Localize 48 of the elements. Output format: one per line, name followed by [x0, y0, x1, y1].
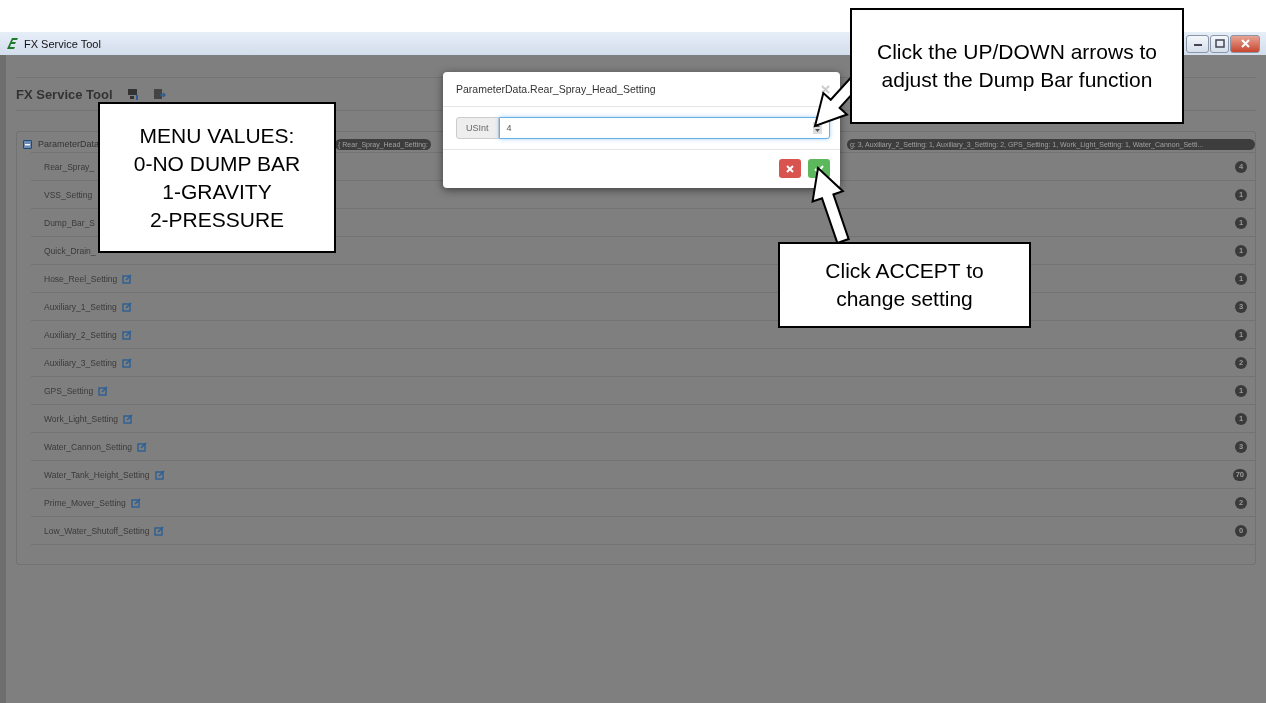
app-title: FX Service Tool	[16, 86, 113, 102]
maximize-icon	[1214, 39, 1225, 48]
edit-icon[interactable]	[137, 441, 148, 452]
parameter-name: Water_Tank_Height_Setting	[44, 469, 150, 480]
parameter-name: VSS_Setting	[44, 189, 93, 200]
parameter-name: Quick_Drain_	[44, 245, 96, 256]
export-icon[interactable]	[152, 88, 166, 100]
edit-icon[interactable]	[130, 497, 141, 508]
callout-text: 1-GRAVITY	[162, 178, 272, 205]
edit-icon[interactable]	[121, 301, 132, 312]
close-icon[interactable]	[821, 84, 830, 94]
parameter-name: Low_Water_Shutoff_Setting	[44, 525, 150, 536]
device-icon[interactable]	[126, 88, 139, 100]
window-title: FX Service Tool	[24, 37, 101, 50]
edit-icon[interactable]	[154, 469, 165, 480]
edit-icon[interactable]	[154, 525, 165, 536]
parameter-name: Dump_Bar_S	[44, 217, 96, 228]
cross-icon	[786, 164, 794, 173]
edit-icon[interactable]	[122, 273, 133, 284]
dialog-title: ParameterData.Rear_Spray_Head_Setting	[456, 83, 656, 95]
cancel-button[interactable]	[779, 159, 801, 178]
callout-text: 2-PRESSURE	[149, 206, 285, 233]
parameter-name: Work_Light_Setting	[44, 413, 119, 424]
type-label: USInt	[456, 117, 499, 139]
edit-icon[interactable]	[121, 357, 132, 368]
parameter-name: Rear_Spray_	[44, 161, 95, 172]
parameter-name: Hose_Reel_Setting	[44, 273, 118, 284]
tree-label: ParameterData	[38, 139, 100, 149]
edit-icon[interactable]	[121, 329, 132, 340]
parameter-name: Auxiliary_1_Setting	[44, 301, 117, 312]
edit-icon[interactable]	[123, 413, 134, 424]
parameter-name: Prime_Mover_Setting	[44, 497, 126, 508]
app-logo-icon	[6, 37, 19, 50]
minus-icon	[25, 141, 30, 147]
parameter-name: Auxiliary_2_Setting	[44, 329, 117, 340]
callout-text: MENU VALUES:	[139, 122, 295, 149]
maximize-button[interactable]	[1210, 34, 1229, 53]
close-icon	[1240, 39, 1250, 48]
collapse-toggle[interactable]	[23, 139, 32, 149]
minimize-button[interactable]	[1186, 34, 1209, 53]
parameter-name: Auxiliary_3_Setting	[44, 357, 117, 368]
value-input[interactable]: 4	[498, 117, 830, 139]
parameter-name: Water_Cannon_Setting	[44, 441, 133, 452]
callout-text: Click the UP/DOWN arrows to adjust the Dump Bar function	[876, 39, 1158, 93]
parameter-name: GPS_Setting	[44, 385, 94, 396]
close-button[interactable]	[1230, 34, 1260, 53]
callout-text: 0-NO DUMP BAR	[133, 150, 301, 177]
edit-icon[interactable]	[98, 385, 109, 396]
